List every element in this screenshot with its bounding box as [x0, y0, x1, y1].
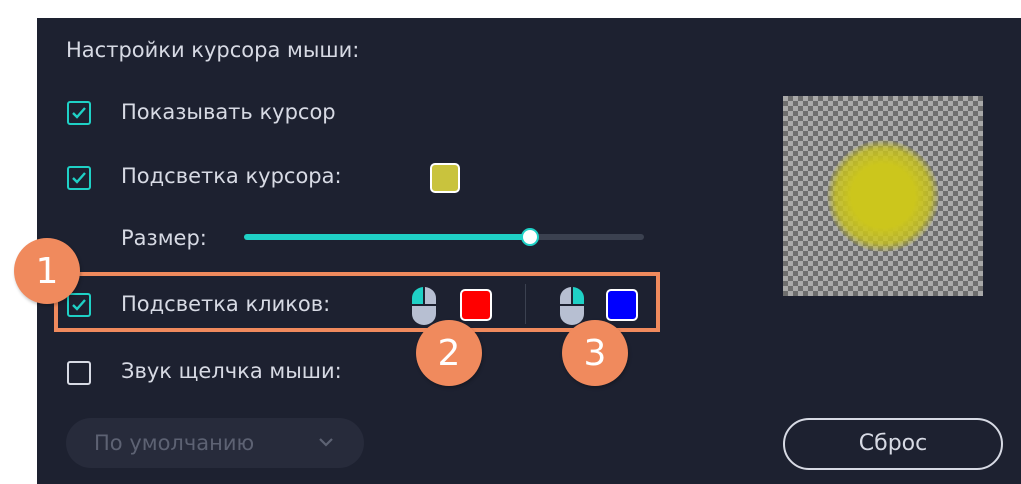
click-sound-dropdown[interactable]: По умолчанию: [66, 418, 364, 468]
size-label: Размер:: [121, 226, 207, 250]
click-sound-checkbox[interactable]: [67, 361, 91, 385]
checkmark-icon: [72, 107, 86, 119]
checkmark-icon: [72, 172, 86, 184]
dropdown-value: По умолчанию: [94, 431, 255, 455]
size-slider-fill: [244, 234, 530, 240]
size-slider-thumb[interactable]: [521, 228, 539, 246]
cursor-highlight-label: Подсветка курсора:: [121, 164, 342, 188]
show-cursor-checkbox[interactable]: [67, 101, 91, 125]
click-sound-label: Звук щелчка мыши:: [121, 359, 342, 383]
annotation-badge-1: 1: [14, 238, 80, 304]
show-cursor-label: Показывать курсор: [121, 100, 336, 124]
cursor-highlight-checkbox[interactable]: [67, 166, 91, 190]
cursor-highlight-color-swatch[interactable]: [430, 163, 460, 193]
chevron-down-icon: [319, 438, 333, 447]
cursor-highlight-preview: [827, 140, 939, 252]
annotation-badge-2: 2: [416, 320, 482, 386]
size-slider[interactable]: [244, 228, 644, 246]
click-highlight-annotation-box: [54, 272, 660, 332]
reset-button[interactable]: Сброс: [783, 418, 1003, 470]
cursor-preview: [783, 96, 983, 296]
section-title: Настройки курсора мыши:: [66, 38, 360, 62]
annotation-badge-3: 3: [562, 320, 628, 386]
